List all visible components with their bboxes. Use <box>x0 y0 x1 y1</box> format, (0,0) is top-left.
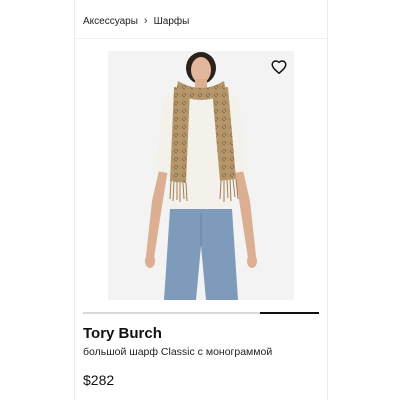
breadcrumb-scarves[interactable]: Шарфы <box>154 16 190 27</box>
product-image[interactable] <box>108 51 294 300</box>
model-photo <box>108 51 294 300</box>
breadcrumb-separator-icon: › <box>143 14 148 27</box>
product-page: Аксессуары › Шарфы Tory Burch большой ша… <box>74 0 328 400</box>
image-carousel-progress <box>83 312 319 314</box>
header-divider <box>75 38 327 39</box>
image-carousel-progress-fill <box>260 312 319 314</box>
wishlist-button[interactable] <box>270 58 288 76</box>
product-price: $282 <box>83 372 115 388</box>
breadcrumb-accessories[interactable]: Аксессуары <box>83 16 138 27</box>
product-name: большой шарф Classic с монограммой <box>83 346 273 358</box>
product-brand[interactable]: Tory Burch <box>83 325 162 342</box>
breadcrumb: Аксессуары › Шарфы <box>83 13 189 29</box>
heart-outline-icon <box>271 60 287 74</box>
